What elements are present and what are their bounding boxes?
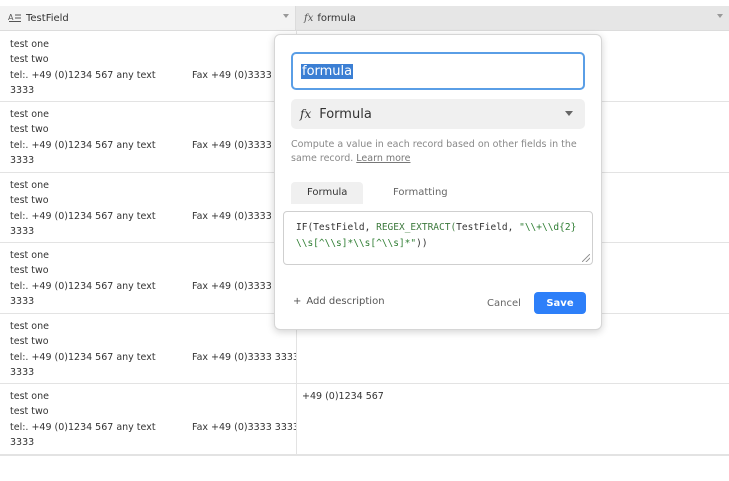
formula-arg: TestField, (456, 222, 520, 233)
field-type-label: Formula (319, 106, 372, 122)
cell-line: tel:. +49 (0)1234 567 any text (10, 140, 156, 151)
tab-formula[interactable]: Formula (291, 182, 364, 204)
formula-field-ref: TestField, (313, 222, 377, 233)
formula-editor[interactable]: IF(TestField, REGEX_EXTRACT(TestField, "… (283, 211, 593, 265)
cell-line: test two (10, 54, 49, 65)
table-row[interactable]: test one test two tel:. +49 (0)1234 567 … (0, 384, 729, 455)
cell-line: 3333 (10, 296, 35, 307)
testfield-cell[interactable]: test one test two tel:. +49 (0)1234 567 … (0, 314, 297, 383)
formula-function: REGEX_EXTRACT( (376, 222, 457, 233)
column-header-label: TestField (26, 12, 69, 24)
cancel-button[interactable]: Cancel (487, 298, 521, 309)
save-button[interactable]: Save (534, 292, 586, 314)
chevron-down-icon[interactable] (283, 14, 289, 18)
cell-line: test two (10, 195, 49, 206)
cell-line: test one (10, 39, 49, 50)
text-field-icon: A (8, 12, 22, 25)
learn-more-link[interactable]: Learn more (356, 153, 410, 164)
grid-bottom-divider (0, 455, 729, 456)
config-tabs: Formula Formatting (291, 182, 585, 204)
add-description-button[interactable]: + Add description (293, 296, 385, 307)
cell-line: 3333 (10, 155, 35, 166)
column-header-formula[interactable]: fx formula (296, 6, 729, 31)
cell-line: test two (10, 406, 49, 417)
cell-line: 3333 (10, 367, 35, 378)
testfield-cell[interactable]: test one test two tel:. +49 (0)1234 567 … (0, 31, 297, 101)
testfield-cell[interactable]: test one test two tel:. +49 (0)1234 567 … (0, 173, 297, 242)
column-header-label: formula (317, 12, 356, 24)
field-name-input[interactable]: formula (291, 52, 585, 90)
testfield-cell[interactable]: test one test two tel:. +49 (0)1234 567 … (0, 102, 297, 172)
cell-line: test one (10, 321, 49, 332)
formula-result: +49 (0)1234 567 (302, 391, 384, 402)
chevron-down-icon[interactable] (717, 14, 723, 18)
cell-line: 3333 (10, 437, 35, 448)
cell-line: test two (10, 265, 49, 276)
cell-line: tel:. +49 (0)1234 567 any text (10, 352, 156, 363)
cell-line: test one (10, 391, 49, 402)
formula-cell[interactable]: +49 (0)1234 567 (296, 384, 729, 454)
description-text: Compute a value in each record based on … (291, 139, 577, 164)
testfield-cell[interactable]: test one test two tel:. +49 (0)1234 567 … (0, 243, 297, 313)
cell-line: 3333 (10, 85, 35, 96)
field-type-select[interactable]: fx Formula (291, 99, 585, 129)
plus-icon: + (293, 296, 302, 307)
cell-line: tel:. +49 (0)1234 567 any text (10, 70, 156, 81)
fx-icon: fx (304, 12, 314, 24)
cell-fax: Fax +49 (0)3333 3333 (192, 352, 297, 363)
formula-if: IF( (296, 222, 314, 233)
cell-line: test two (10, 124, 49, 135)
field-type-description: Compute a value in each record based on … (291, 138, 581, 166)
tab-formatting[interactable]: Formatting (377, 182, 464, 204)
chevron-down-icon (565, 111, 573, 116)
cell-line: test two (10, 336, 49, 347)
cell-line: tel:. +49 (0)1234 567 any text (10, 422, 156, 433)
cell-line: test one (10, 109, 49, 120)
cell-line: tel:. +49 (0)1234 567 any text (10, 281, 156, 292)
fx-icon: fx (300, 107, 312, 121)
field-name-value: formula (301, 63, 354, 79)
cell-line: tel:. +49 (0)1234 567 any text (10, 211, 156, 222)
cell-fax: Fax +49 (0)3333 3333 (192, 422, 297, 433)
svg-text:A: A (8, 13, 14, 22)
resize-handle-icon[interactable] (582, 254, 590, 262)
cell-line: test one (10, 250, 49, 261)
field-config-popup: formula fx Formula Compute a value in ea… (274, 34, 602, 330)
add-description-label: Add description (306, 296, 385, 307)
column-header-testfield[interactable]: A TestField (0, 6, 296, 31)
cell-line: 3333 (10, 226, 35, 237)
testfield-cell[interactable]: test one test two tel:. +49 (0)1234 567 … (0, 384, 297, 454)
formula-close: )) (416, 238, 428, 249)
cell-line: test one (10, 180, 49, 191)
